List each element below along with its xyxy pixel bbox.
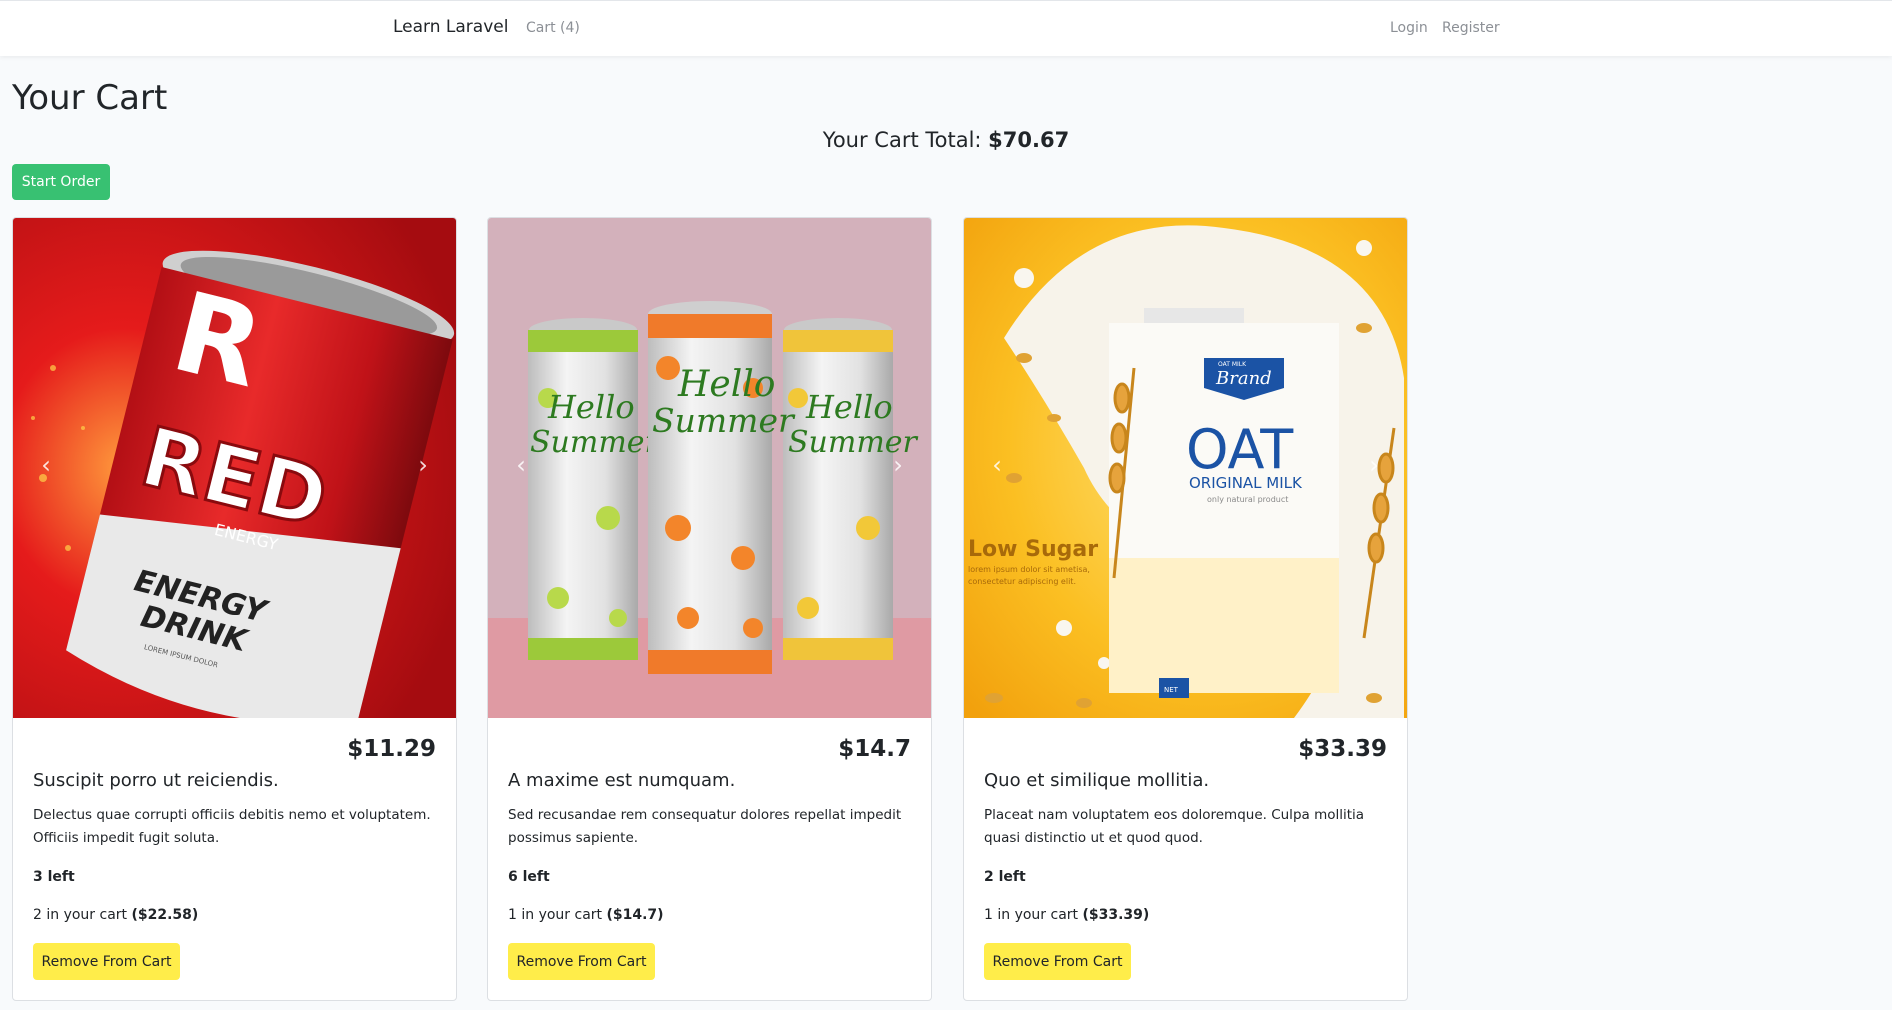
product-in-cart: 2 in your cart ($22.58) [33, 907, 198, 923]
svg-text:NET: NET [1164, 686, 1179, 694]
in-cart-text: 1 in your cart [984, 907, 1079, 923]
chevron-left-icon[interactable]: ‹ [986, 450, 1008, 480]
svg-text:only natural product: only natural product [1207, 495, 1288, 504]
in-cart-amount: ($33.39) [1082, 907, 1150, 923]
remove-from-cart-button[interactable]: Remove From Cart [33, 943, 180, 980]
cart-total-value: $70.67 [988, 128, 1070, 152]
cart-total-label: Your Cart Total: [822, 128, 982, 152]
nav-login-link[interactable]: Login [1390, 20, 1428, 36]
svg-text:Summer: Summer [652, 401, 796, 440]
product-stock: 2 left [984, 869, 1026, 885]
remove-from-cart-button[interactable]: Remove From Cart [508, 943, 655, 980]
chevron-right-icon[interactable]: › [1363, 450, 1385, 480]
product-description: Delectus quae corrupti officiis debitis … [33, 807, 431, 846]
product-card: R RED ENERGY ENERGY DRINK LOREM IPSUM DO… [12, 217, 457, 1001]
product-carousel: Hello Summer Hello Summer Hello Summer ‹… [488, 218, 931, 718]
chevron-right-icon[interactable]: › [412, 450, 434, 480]
in-cart-text: 2 in your cart [33, 907, 128, 923]
remove-from-cart-button[interactable]: Remove From Cart [984, 943, 1131, 980]
svg-text:Brand: Brand [1215, 368, 1272, 389]
product-title: Suscipit porro ut reiciendis. [33, 770, 279, 791]
svg-text:Hello: Hello [677, 364, 775, 405]
product-image-summer-cans: Hello Summer Hello Summer Hello Summer [488, 218, 931, 718]
page-title: Your Cart [12, 78, 168, 118]
svg-text:Hello: Hello [805, 388, 893, 426]
product-description: Placeat nam voluptatem eos doloremque. C… [984, 807, 1365, 846]
start-order-button[interactable]: Start Order [12, 164, 110, 200]
svg-text:consectetur adipiscing elit.: consectetur adipiscing elit. [968, 577, 1076, 586]
product-price: $11.29 [347, 736, 436, 762]
product-stock: 3 left [33, 869, 75, 885]
product-title: Quo et similique mollitia. [984, 770, 1210, 791]
cart-total: Your Cart Total: $70.67 [0, 128, 1892, 152]
product-price: $33.39 [1298, 736, 1387, 762]
product-description: Sed recusandae rem consequatur dolores r… [508, 807, 902, 846]
product-image-oat-milk: OAT MILK Brand OAT ORIGINAL MILK only na… [964, 218, 1407, 718]
in-cart-amount: ($22.58) [131, 907, 199, 923]
svg-text:Summer: Summer [530, 425, 661, 460]
svg-text:Hello: Hello [547, 388, 635, 426]
product-card: Hello Summer Hello Summer Hello Summer ‹… [487, 217, 932, 1001]
product-title: A maxime est numquam. [508, 770, 736, 791]
chevron-right-icon[interactable]: › [887, 450, 909, 480]
svg-text:lorem ipsum dolor sit ametisa,: lorem ipsum dolor sit ametisa, [968, 565, 1090, 574]
in-cart-amount: ($14.7) [606, 907, 664, 923]
svg-text:ORIGINAL MILK: ORIGINAL MILK [1189, 474, 1303, 492]
navbar: Learn Laravel Cart (4) Login Register [0, 0, 1892, 56]
product-stock: 6 left [508, 869, 550, 885]
chevron-left-icon[interactable]: ‹ [35, 450, 57, 480]
product-in-cart: 1 in your cart ($33.39) [984, 907, 1149, 923]
product-in-cart: 1 in your cart ($14.7) [508, 907, 664, 923]
in-cart-text: 1 in your cart [508, 907, 603, 923]
svg-text:OAT: OAT [1186, 418, 1294, 481]
nav-cart-link[interactable]: Cart (4) [526, 20, 580, 36]
product-card: OAT MILK Brand OAT ORIGINAL MILK only na… [963, 217, 1408, 1001]
product-image-energy-drink: R RED ENERGY ENERGY DRINK LOREM IPSUM DO… [13, 218, 456, 718]
product-carousel: OAT MILK Brand OAT ORIGINAL MILK only na… [964, 218, 1407, 718]
chevron-left-icon[interactable]: ‹ [510, 450, 532, 480]
nav-register-link[interactable]: Register [1442, 20, 1500, 36]
svg-text:Low Sugar: Low Sugar [968, 537, 1098, 562]
brand-link[interactable]: Learn Laravel [393, 17, 508, 37]
product-carousel: R RED ENERGY ENERGY DRINK LOREM IPSUM DO… [13, 218, 456, 718]
product-price: $14.7 [838, 736, 911, 762]
svg-text:OAT MILK: OAT MILK [1218, 361, 1247, 368]
